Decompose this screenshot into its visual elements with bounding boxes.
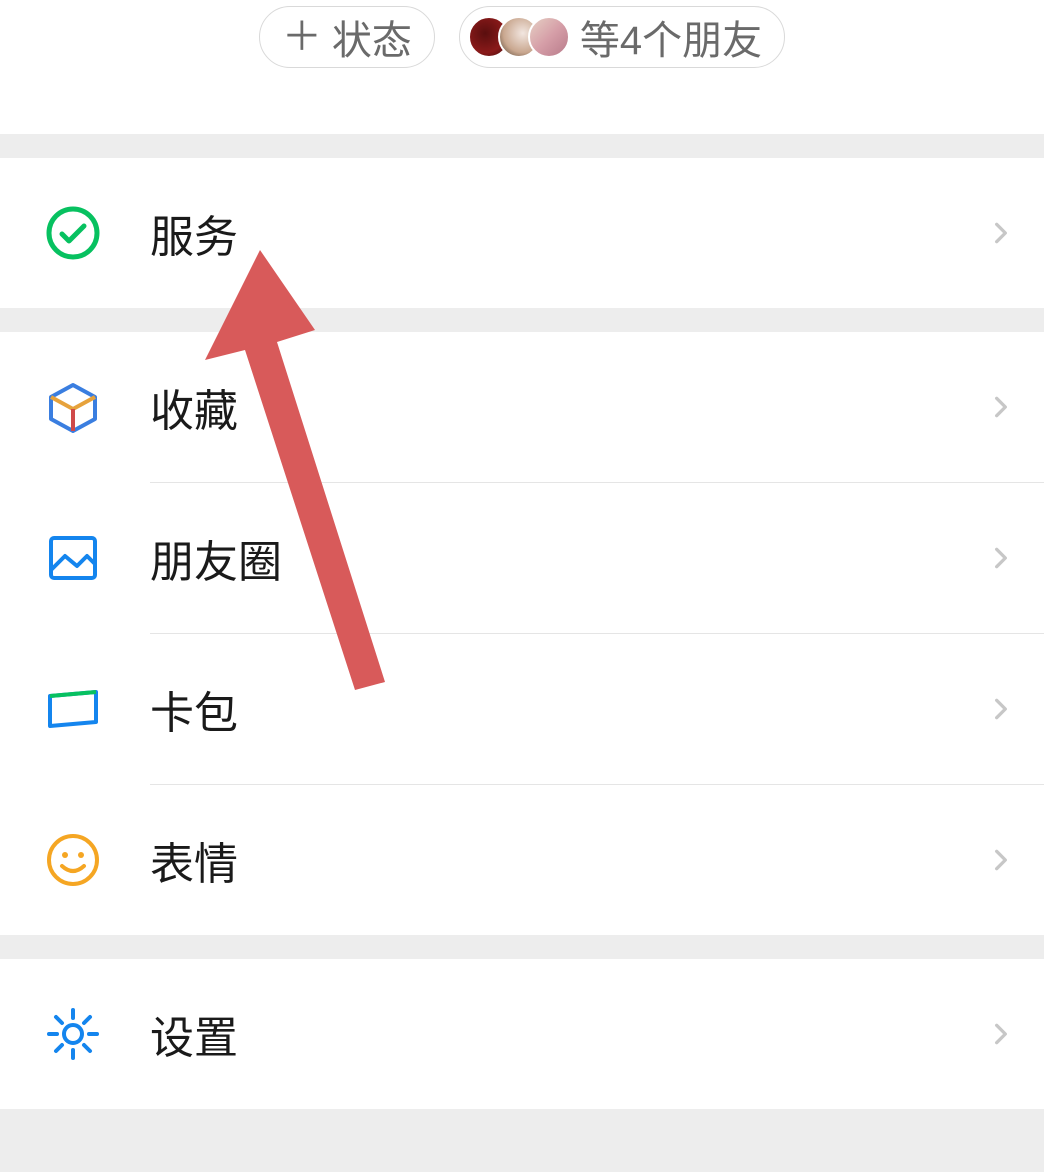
menu-item-services[interactable]: 服务	[0, 158, 1044, 308]
menu-item-label: 表情	[150, 828, 238, 892]
menu-item-label: 卡包	[150, 677, 238, 741]
chevron-right-icon	[988, 696, 1014, 722]
moments-icon	[44, 529, 102, 587]
add-status-button[interactable]: ＋ 状态	[259, 6, 435, 68]
section-divider	[0, 935, 1044, 959]
menu-item-label: 朋友圈	[150, 526, 282, 590]
chevron-right-icon	[988, 394, 1014, 420]
plus-icon: ＋	[282, 17, 322, 57]
menu-item-label: 服务	[150, 201, 238, 265]
menu-section-services: 服务	[0, 158, 1044, 308]
settings-icon	[44, 1005, 102, 1063]
menu-item-label: 收藏	[150, 375, 238, 439]
menu-item-cards[interactable]: 卡包	[0, 634, 1044, 784]
menu-section-group: 收藏 朋友圈 卡包	[0, 332, 1044, 935]
menu-item-moments[interactable]: 朋友圈	[0, 483, 1044, 633]
menu-item-favorites[interactable]: 收藏	[0, 332, 1044, 482]
services-icon	[44, 204, 102, 262]
profile-header: ＋ 状态 等4个朋友	[0, 0, 1044, 134]
cards-icon	[44, 680, 102, 738]
menu-item-stickers[interactable]: 表情	[0, 785, 1044, 935]
friends-status-label: 等4个朋友	[580, 8, 762, 66]
chevron-right-icon	[988, 847, 1014, 873]
chevron-right-icon	[988, 220, 1014, 246]
stickers-icon	[44, 831, 102, 889]
friends-status-button[interactable]: 等4个朋友	[459, 6, 785, 68]
menu-item-settings[interactable]: 设置	[0, 959, 1044, 1109]
section-divider	[0, 308, 1044, 332]
favorites-icon	[44, 378, 102, 436]
menu-section-settings: 设置	[0, 959, 1044, 1109]
avatar-icon	[528, 16, 570, 58]
friends-avatars	[468, 16, 570, 58]
chevron-right-icon	[988, 1021, 1014, 1047]
status-button-label: 状态	[332, 8, 412, 66]
chevron-right-icon	[988, 545, 1014, 571]
section-divider	[0, 134, 1044, 158]
menu-item-label: 设置	[150, 1002, 238, 1066]
